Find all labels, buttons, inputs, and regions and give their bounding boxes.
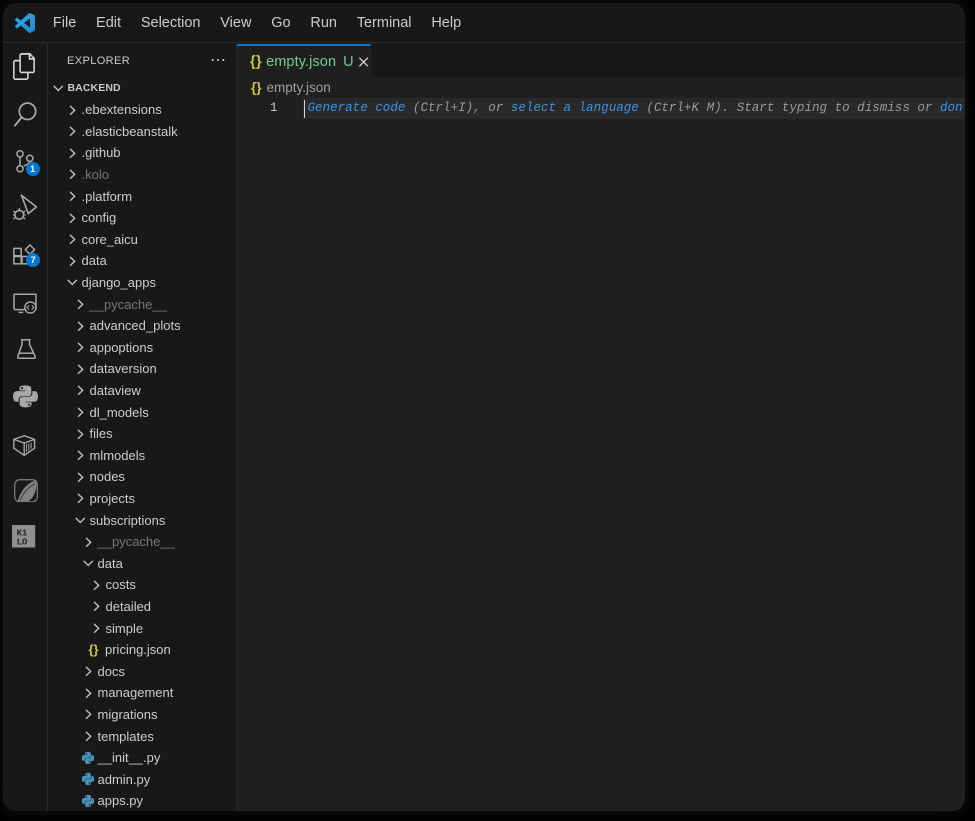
svg-text:LO: LO (17, 538, 28, 548)
